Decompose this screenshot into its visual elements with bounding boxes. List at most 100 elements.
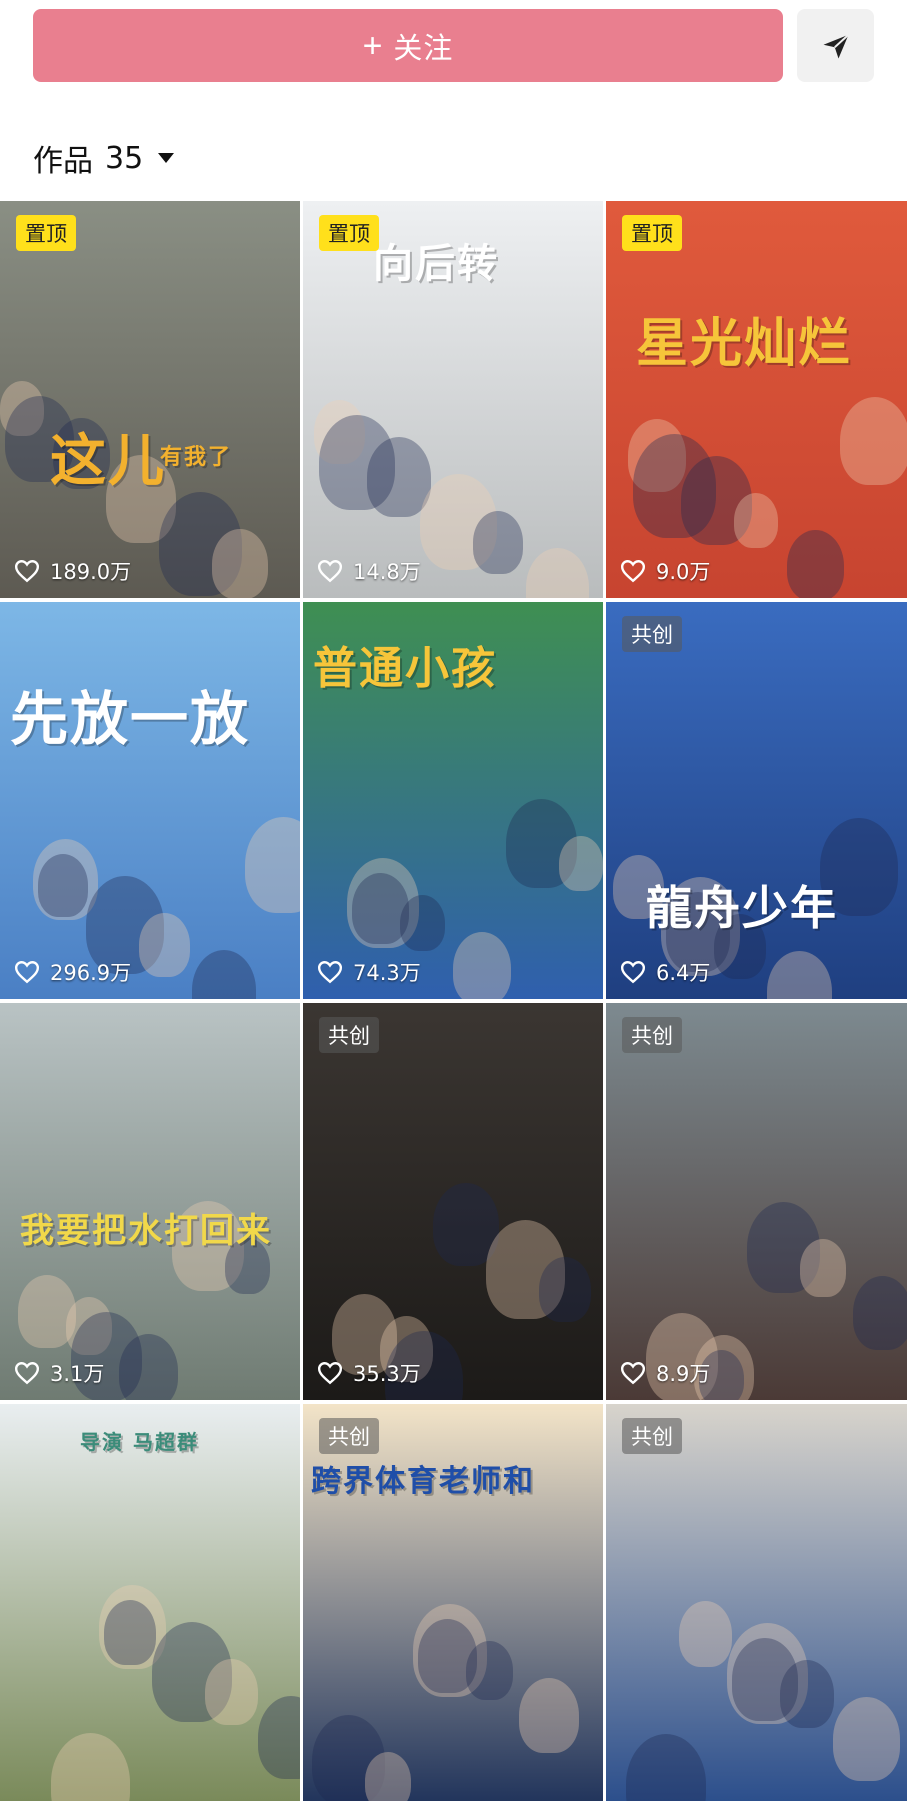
figure-shape [139,913,190,977]
like-count: 8.9万 [620,1358,710,1388]
figure-shape [633,434,716,538]
video-title: 这儿 [50,429,166,494]
figure-shape [212,529,268,598]
thumbnail-figures [606,1003,907,1400]
figure-shape [539,1257,591,1322]
video-title: 龍舟少年 [646,881,838,935]
like-count-value: 189.0万 [50,560,132,584]
video-tile[interactable]: 向后转 置顶 14.8万 [303,201,603,598]
figure-shape [833,1697,900,1781]
like-count-value: 14.8万 [353,560,421,584]
figure-shape [352,873,409,945]
figure-shape [767,951,832,999]
video-title: 普通小孩 [313,643,497,694]
figure-shape [104,1600,156,1665]
figure-shape [365,1752,411,1801]
like-count-value: 296.9万 [50,961,132,985]
video-tile[interactable]: 共创 35.3万 [303,1003,603,1400]
video-tile[interactable]: 共创 8.9万 [606,1003,907,1400]
video-tile[interactable]: 这儿 有我了 置顶 189.0万 [0,201,300,598]
figure-shape [453,932,511,999]
caret-down-icon [158,153,175,163]
figure-shape [38,854,88,917]
like-count-value: 74.3万 [353,961,421,985]
thumbnail-figures [303,1003,603,1400]
video-title: 向后转 [373,241,499,287]
like-count-value: 8.9万 [656,1362,711,1386]
pinned-badge: 置顶 [622,215,682,251]
video-title: 我要把水打回来 [20,1211,272,1251]
thumbnail-figures [0,1003,300,1400]
figure-shape [319,415,395,510]
heart-icon [620,1362,646,1385]
figure-shape [519,1678,579,1753]
thumbnail-figures [606,201,907,598]
video-tile[interactable]: 跨界体育老师和 共创 [303,1404,603,1801]
figure-shape [205,1659,258,1726]
pinned-badge: 置顶 [319,215,379,251]
thumbnail-figures [0,1404,300,1801]
like-count: 35.3万 [317,1358,421,1388]
video-subtitle: 有我了 [160,445,233,470]
collab-badge: 共创 [319,1418,379,1454]
video-tile[interactable]: 龍舟少年 共创 6.4万 [606,602,907,999]
figure-shape [800,1239,846,1297]
thumbnail-figures [0,602,300,999]
video-grid: 这儿 有我了 置顶 189.0万 向后转 置顶 14.8万 星光灿烂 置顶 9.0万 先放一放 296… [0,201,907,1801]
follow-label: 关注 [393,32,454,65]
video-tile[interactable]: 我要把水打回来 3.1万 [0,1003,300,1400]
pinned-badge: 置顶 [16,215,76,251]
collab-badge: 共创 [622,1418,682,1454]
figure-shape [526,548,589,598]
video-title: 导演 马超群 [80,1430,199,1454]
heart-icon [317,961,343,984]
figure-shape [734,493,778,548]
heart-icon [14,1362,40,1385]
heart-icon [620,560,646,583]
video-title: 先放一放 [10,685,251,753]
heart-icon [317,560,343,583]
like-count: 296.9万 [14,957,131,987]
figure-shape [626,1734,706,1801]
like-count-value: 9.0万 [656,560,711,584]
figure-shape [840,397,907,485]
video-title: 星光灿烂 [636,314,853,374]
send-icon [823,33,849,58]
video-tile[interactable]: 共创 [606,1404,907,1801]
works-count: 35 [105,140,144,176]
thumbnail-figures [606,1404,907,1801]
like-count: 3.1万 [14,1358,104,1388]
like-count: 74.3万 [317,957,421,987]
collab-badge: 共创 [319,1017,379,1053]
video-tile[interactable]: 先放一放 296.9万 [0,602,300,999]
video-title: 跨界体育老师和 [311,1464,535,1499]
works-label: 作品 [33,144,93,179]
figure-shape [418,1619,477,1693]
share-button[interactable] [797,9,874,82]
figure-shape [192,950,256,999]
heart-icon [620,961,646,984]
like-count-value: 6.4万 [656,961,711,985]
figure-shape [853,1276,907,1350]
like-count: 189.0万 [14,556,131,586]
figure-shape [51,1733,130,1801]
follow-button[interactable]: + 关注 [33,9,783,82]
figure-shape [559,836,603,891]
thumbnail-figures [0,201,300,598]
video-tile[interactable]: 导演 马超群 [0,1404,300,1801]
like-count-value: 3.1万 [50,1362,105,1386]
figure-shape [732,1638,798,1721]
heart-icon [14,560,40,583]
video-tile[interactable]: 星光灿烂 置顶 9.0万 [606,201,907,598]
plus-icon: + [362,26,384,65]
figure-shape [473,511,523,574]
heart-icon [317,1362,343,1385]
thumbnail-figures [606,602,907,999]
like-count-value: 35.3万 [353,1362,421,1386]
figure-shape [787,530,844,598]
collab-badge: 共创 [622,1017,682,1053]
collab-badge: 共创 [622,616,682,652]
works-tab[interactable]: 作品 35 [33,133,175,183]
figure-shape [679,1601,732,1668]
video-tile[interactable]: 普通小孩 74.3万 [303,602,603,999]
